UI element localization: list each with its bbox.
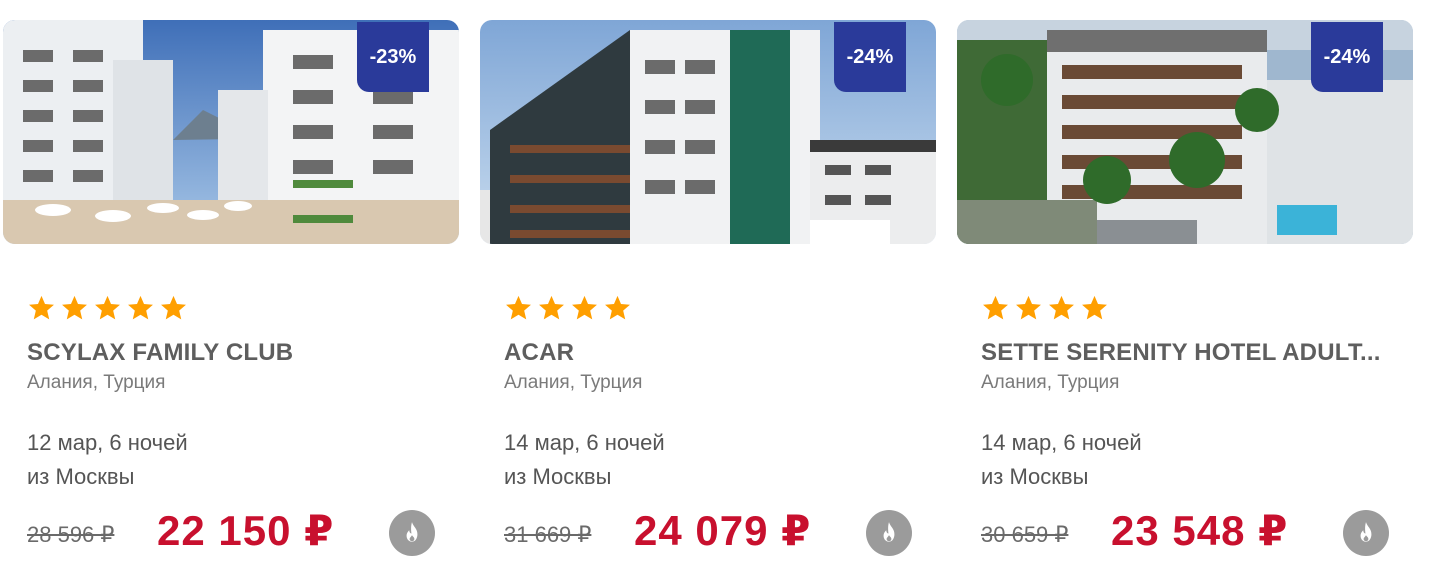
- departure-city: из Москвы: [504, 464, 612, 489]
- star-icon: [1049, 295, 1074, 320]
- hotel-location: Алания, Турция: [27, 372, 166, 393]
- trip-dates: 14 мар, 6 ночей: [504, 430, 665, 455]
- departure-city: из Москвы: [27, 464, 135, 489]
- flame-icon: [1360, 522, 1372, 542]
- hotel-location: Алания, Турция: [981, 372, 1120, 393]
- old-price: 30 659 ₽: [981, 522, 1069, 547]
- hotel-name[interactable]: SCYLAX FAMILY CLUB: [27, 339, 437, 367]
- star-icon: [572, 295, 597, 320]
- hotel-card[interactable]: -24% SETTE SERENITY HOTEL ADULT... Алани…: [957, 0, 1413, 583]
- current-price: 22 150 ₽: [157, 507, 335, 554]
- hotel-location: Алания, Турция: [504, 372, 643, 393]
- discount-badge: -23%: [357, 22, 429, 92]
- discount-badge: -24%: [1311, 22, 1383, 92]
- trip-dates: 14 мар, 6 ночей: [981, 430, 1142, 455]
- hot-offer-button[interactable]: [866, 510, 912, 556]
- hot-offer-button[interactable]: [389, 510, 435, 556]
- current-price: 23 548 ₽: [1111, 507, 1289, 554]
- star-icon: [983, 295, 1008, 320]
- star-rating: [504, 294, 632, 323]
- discount-badge: -24%: [834, 22, 906, 92]
- flame-icon: [406, 522, 418, 542]
- flame-icon: [883, 522, 895, 542]
- star-icon: [128, 295, 153, 320]
- star-icon: [539, 295, 564, 320]
- current-price: 24 079 ₽: [634, 507, 812, 554]
- star-icon: [1082, 295, 1107, 320]
- star-icon: [161, 295, 186, 320]
- hotel-name[interactable]: SETTE SERENITY HOTEL ADULT...: [981, 339, 1391, 367]
- star-icon: [29, 295, 54, 320]
- star-icon: [95, 295, 120, 320]
- star-icon: [506, 295, 531, 320]
- star-icon: [62, 295, 87, 320]
- star-rating: [981, 294, 1109, 323]
- star-rating: [27, 294, 188, 323]
- hotel-offers-grid: -23% SCYLAX FAMILY CLUB Алания, Турция 1…: [0, 0, 1440, 583]
- hot-offer-button[interactable]: [1343, 510, 1389, 556]
- hotel-card[interactable]: -24% ACAR Алания, Турция 14 мар, 6 ночей…: [480, 0, 936, 583]
- star-icon: [1016, 295, 1041, 320]
- old-price: 31 669 ₽: [504, 522, 592, 547]
- hotel-name[interactable]: ACAR: [504, 339, 914, 367]
- star-icon: [605, 295, 630, 320]
- old-price: 28 596 ₽: [27, 522, 115, 547]
- hotel-card[interactable]: -23% SCYLAX FAMILY CLUB Алания, Турция 1…: [3, 0, 459, 583]
- departure-city: из Москвы: [981, 464, 1089, 489]
- trip-dates: 12 мар, 6 ночей: [27, 430, 188, 455]
